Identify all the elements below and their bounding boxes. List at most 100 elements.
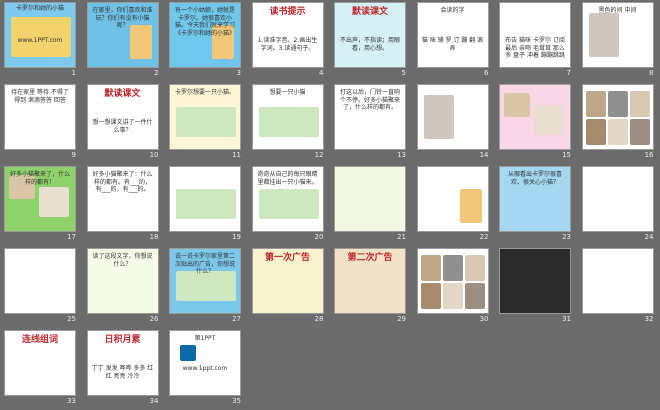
slide-number: 26 (149, 315, 159, 323)
slide-number: 18 (149, 233, 159, 241)
slide-cell-29: 第二次广告 29 (330, 246, 412, 328)
slide-title: 想要一只小猫 (269, 89, 306, 96)
slide-cell-20: 奇奇从自己的每只眼睛里都挂出一只小猫来。 20 (248, 164, 330, 246)
slide-number: 22 (479, 233, 489, 241)
slide-number: 23 (562, 233, 571, 241)
slide-number: 27 (232, 315, 241, 323)
slide-thumbnail-22[interactable] (416, 166, 489, 232)
slide-thumbnail-35[interactable]: 第1PPT www.1ppt.com (169, 330, 241, 396)
slide-number: 6 (484, 69, 489, 77)
slide-cell-11: 卡罗尔想要一只小猫。 11 (165, 82, 247, 164)
slide-cell-8: 黑色的间 中间 8 (578, 0, 660, 82)
scene-illustration (176, 271, 236, 301)
slide-thumbnail-20[interactable]: 奇奇从自己的每只眼睛里都挂出一只小猫来。 (251, 166, 324, 232)
cat-photo (607, 119, 628, 145)
slide-number: 19 (232, 233, 241, 241)
slide-subtitle: 想一想课文讲了一件什么事？ (92, 119, 153, 134)
slide-cell-24: 24 (578, 164, 660, 246)
slide-cell-19: 19 (165, 164, 247, 246)
logo-mark (180, 345, 196, 361)
slide-thumbnail-23[interactable]: 从哪看出卡罗尔很喜欢、很关心小猫？ (499, 166, 571, 232)
slide-number: 29 (397, 315, 406, 323)
slide-subtitle: 1.读准字音。2.画出生字词。3.读通句子。 (257, 37, 318, 52)
slide-thumbnail-26[interactable]: 读了这段文字，你想说什么？ (86, 248, 159, 314)
slide-cell-4: 读书提示 1.读准字音。2.画出生字词。3.读通句子。 4 (248, 0, 330, 82)
slide-title: 日积月累 (104, 335, 141, 345)
slide-cell-16: 16 (578, 82, 660, 164)
slide-thumbnail-28[interactable]: 第一次广告 (251, 248, 324, 314)
slide-thumbnail-9[interactable]: 待在家里 等待 不得了 得到 滴滴答答 回答 (4, 84, 76, 150)
slide-number: 33 (67, 397, 76, 405)
slide-cell-13: 打这以后，门铃一直响个不停。好多小猫聚来了，什么样的都有。 13 (330, 82, 412, 164)
slide-title: 第二次广告 (347, 253, 393, 263)
slide-cell-27: 说一说卡罗尔家里第二次贴出的广告，你想说什么？ 27 (165, 246, 247, 328)
slide-number: 10 (149, 151, 159, 159)
slide-title: 第1PPT (194, 335, 216, 342)
slide-title: 卡罗尔想要一只小猫。 (174, 89, 235, 96)
slide-thumbnail-30[interactable] (416, 248, 489, 314)
slide-thumbnail-29[interactable]: 第二次广告 (334, 248, 406, 314)
slide-title: 读书提示 (269, 7, 306, 17)
cat-photo (420, 255, 441, 281)
slide-cell-3: 有一个小姑娘，她就是卡罗尔。她很喜欢小猫。今天我们就来学习《卡罗尔和她的小猫》 3 (165, 0, 247, 82)
slide-number: 13 (397, 151, 406, 159)
slide-subtitle: www.1PPT.com (17, 37, 63, 44)
slide-thumbnail-13[interactable]: 打这以后，门铃一直响个不停。好多小猫聚来了，什么样的都有。 (334, 84, 406, 150)
slide-thumbnail-18[interactable]: 好多小猫聚来了：什么样的都有。有___的，有___的，有___的。 (86, 166, 159, 232)
slide-thumbnail-8[interactable]: 黑色的间 中间 (581, 2, 654, 68)
slide-title: 从哪看出卡罗尔很喜欢、很关心小猫？ (507, 171, 562, 186)
slide-thumbnail-1[interactable]: 卡罗尔和她的小猫 www.1PPT.com (4, 2, 76, 68)
slide-thumbnail-33[interactable]: 连线组词 (4, 330, 76, 396)
slide-cell-30: 30 (413, 246, 495, 328)
slide-title: 第一次广告 (264, 253, 310, 263)
slide-thumbnail-5[interactable]: 默读课文 不出声，不指读；用眼看，用心想。 (334, 2, 406, 68)
slide-thumbnail-15[interactable] (499, 84, 571, 150)
slide-thumbnail-16[interactable] (581, 84, 654, 150)
slide-title: 说一说卡罗尔家里第二次贴出的广告，你想说什么？ (174, 253, 235, 275)
slide-thumbnail-2[interactable]: 在家里，你们喜欢和谁玩？你们有没有小猫呢？ (86, 2, 159, 68)
slide-cell-22: 22 (413, 164, 495, 246)
slide-thumbnail-3[interactable]: 有一个小姑娘，她就是卡罗尔。她很喜欢小猫。今天我们就来学习《卡罗尔和她的小猫》 (169, 2, 241, 68)
slide-thumbnail-6[interactable]: 会读的字猫 咪 铺 罗 订 蹦 翻 滚 弄 (416, 2, 489, 68)
slide-title: 好多小猫聚来了，什么样的都有！ (9, 171, 70, 186)
slide-number: 15 (562, 151, 571, 159)
slide-thumbnail-34[interactable]: 日积月累 丁丁 发发 哗哗 多多 红红 亮亮 冷冷 (86, 330, 159, 396)
slide-thumbnail-25[interactable] (4, 248, 76, 314)
slide-subtitle: 猫 咪 铺 罗 订 蹦 翻 滚 弄 (421, 37, 484, 52)
scene-illustration (258, 189, 319, 219)
cat-photo (534, 105, 564, 135)
slide-thumbnail-19[interactable] (169, 166, 241, 232)
cat-photo (442, 255, 463, 281)
slide-thumbnail-17[interactable]: 好多小猫聚来了，什么样的都有！ (4, 166, 76, 232)
slide-thumbnail-10[interactable]: 默读课文 想一想课文讲了一件什么事？ (86, 84, 159, 150)
slide-thumbnail-32[interactable] (581, 248, 654, 314)
slide-cell-25: 25 (0, 246, 82, 328)
slide-cell-2: 在家里，你们喜欢和谁玩？你们有没有小猫呢？ 2 (83, 0, 165, 82)
slide-number: 1 (71, 69, 76, 77)
slide-cell-26: 读了这段文字，你想说什么？ 26 (83, 246, 165, 328)
slide-thumbnail-24[interactable] (581, 166, 654, 232)
slide-cell-17: 好多小猫聚来了，什么样的都有！ 17 (0, 164, 82, 246)
slide-number: 30 (479, 315, 489, 323)
scene-illustration (176, 107, 236, 137)
slide-number: 17 (67, 233, 76, 241)
slide-cell-32: 32 (578, 246, 660, 328)
slide-thumbnail-27[interactable]: 说一说卡罗尔家里第二次贴出的广告，你想说什么？ (169, 248, 241, 314)
slide-thumbnail-14[interactable] (416, 84, 489, 150)
slide-number: 11 (232, 151, 241, 159)
slide-number: 12 (314, 151, 324, 159)
slide-number: 8 (649, 69, 654, 77)
slide-thumbnail-7[interactable]: 布告 猫咪 卡罗尔 订阅 最后 亲吻 毛茸茸 那么多 盘子 冲着 蹦蹦跳跳 (499, 2, 571, 68)
slide-title: 连线组词 (21, 335, 58, 345)
slide-cell-23: 从哪看出卡罗尔很喜欢、很关心小猫？ 23 (495, 164, 577, 246)
slide-number: 32 (644, 315, 654, 323)
slide-thumbnail-11[interactable]: 卡罗尔想要一只小猫。 (169, 84, 241, 150)
slide-title: 卡罗尔和她的小猫 (15, 5, 64, 12)
slide-cell-18: 好多小猫聚来了：什么样的都有。有___的，有___的，有___的。 18 (83, 164, 165, 246)
slide-thumbnail-4[interactable]: 读书提示 1.读准字音。2.画出生字词。3.读通句子。 (251, 2, 324, 68)
slide-title: 黑色的间 中间 (598, 7, 637, 14)
slide-thumbnail-31[interactable] (499, 248, 571, 314)
slide-thumbnail-21[interactable] (334, 166, 406, 232)
slide-thumbnail-12[interactable]: 想要一只小猫 (251, 84, 324, 150)
slide-title: 默读课文 (351, 7, 388, 17)
